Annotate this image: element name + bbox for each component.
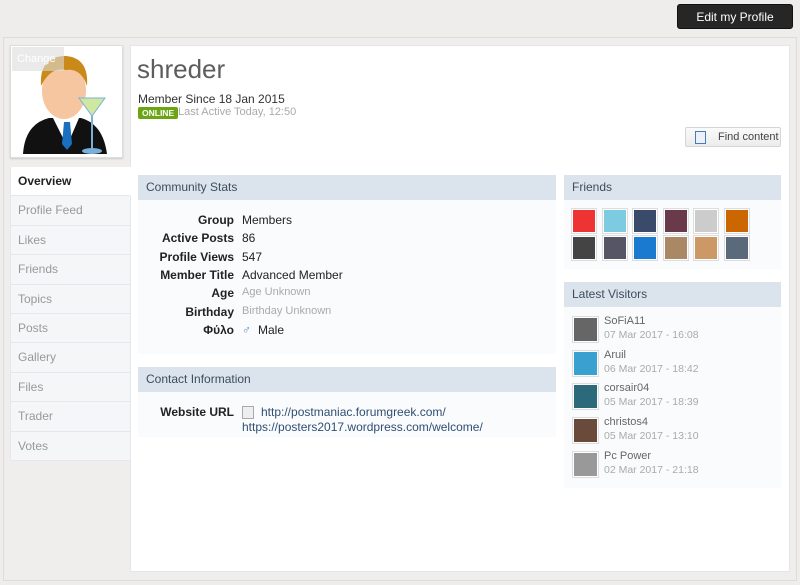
stat-label: Birthday — [185, 304, 234, 319]
stat-value: Male — [258, 322, 285, 337]
friend-avatar[interactable] — [662, 208, 689, 234]
stat-label: Profile Views — [159, 249, 234, 264]
visit-date: 02 Mar 2017 - 21:18 — [604, 463, 699, 476]
friend-avatar[interactable] — [693, 235, 719, 261]
stat-label: Active Posts — [161, 231, 234, 246]
menu-item-topics[interactable]: Topics — [10, 284, 131, 314]
stat-label: Φύλο — [203, 322, 234, 337]
menu-item-gallery[interactable]: Gallery — [10, 343, 131, 373]
status-badge: ONLINE — [138, 107, 179, 119]
edit-profile-button[interactable]: Edit my Profile — [677, 4, 793, 29]
friends-title: Friends — [564, 175, 781, 200]
menu-item-overview[interactable]: Overview — [10, 167, 131, 197]
visitor-avatar[interactable] — [572, 316, 599, 343]
website-link-1[interactable]: http://postmaniac.forumgreek.com/ — [261, 405, 446, 419]
find-content-button[interactable]: Find content — [685, 127, 781, 147]
menu-item-trader[interactable]: Trader — [10, 402, 131, 432]
last-active: Last Active Today, 12:50 — [178, 106, 297, 118]
username: shreder — [137, 54, 226, 84]
menu-item-posts[interactable]: Posts — [10, 313, 131, 344]
friend-avatar[interactable] — [723, 235, 750, 261]
stat-value: Age Unknown — [242, 286, 311, 299]
visitor-avatar[interactable] — [572, 349, 599, 377]
friend-avatar[interactable] — [601, 208, 628, 234]
visit-date: 05 Mar 2017 - 18:39 — [604, 396, 699, 409]
visitor-name[interactable]: SoFiA11 — [604, 315, 645, 327]
friend-avatar[interactable] — [601, 235, 628, 261]
visitor-avatar[interactable] — [572, 417, 599, 445]
visit-date: 07 Mar 2017 - 16:08 — [604, 329, 699, 341]
friend-avatar[interactable] — [693, 208, 719, 234]
stat-label: Member Title — [160, 267, 234, 282]
profile-menu: Overview Profile Feed Likes Friends Topics Po… — [10, 167, 131, 461]
contact-title: Contact Information — [138, 367, 556, 392]
menu-item-likes[interactable]: Likes — [10, 225, 131, 256]
stat-value: Birthday Unknown — [242, 304, 332, 317]
stat-label: Age — [211, 286, 234, 301]
community-stats-panel: Community Stats Group Members Active Posts… — [138, 175, 556, 354]
visit-date: 05 Mar 2017 - 13:10 — [604, 430, 699, 443]
document-icon — [695, 131, 706, 144]
menu-item-votes[interactable]: Votes — [10, 431, 131, 461]
stat-value: Advanced Member — [242, 267, 343, 282]
visitor-avatar[interactable] — [572, 383, 599, 411]
menu-item-profile-feed[interactable]: Profile Feed — [10, 196, 131, 226]
friend-avatar[interactable] — [723, 208, 750, 234]
stat-value: 547 — [242, 249, 263, 264]
stat-value: Members — [242, 213, 293, 227]
visitor-name[interactable]: christos4 — [604, 416, 648, 428]
change-avatar-button[interactable]: Change — [12, 47, 64, 71]
friend-avatar[interactable] — [632, 208, 658, 234]
visitor-name[interactable]: Aruil — [604, 349, 626, 361]
friend-avatar[interactable] — [632, 235, 658, 261]
visitors-panel: Latest Visitors SoFiA11 07 Mar 2017 - 16:… — [564, 282, 781, 488]
community-stats-title: Community Stats — [138, 175, 556, 200]
find-content-label: Find content — [718, 131, 779, 143]
friend-avatar[interactable] — [662, 235, 689, 261]
visit-date: 06 Mar 2017 - 18:42 — [604, 362, 699, 375]
friend-avatar[interactable] — [571, 235, 597, 261]
visitor-name[interactable]: corsair04 — [604, 382, 649, 394]
visitors-title: Latest Visitors — [564, 282, 781, 307]
friends-panel: Friends — [564, 175, 781, 269]
contact-panel: Contact Information Website URL http://p… — [138, 367, 556, 437]
website-label: Website URL — [160, 405, 234, 419]
stat-label: Group — [198, 213, 234, 227]
member-since: Member Since 18 Jan 2015 — [138, 92, 285, 106]
avatar[interactable]: Change — [10, 45, 123, 158]
menu-item-friends[interactable]: Friends — [10, 255, 131, 285]
male-icon: ♂ — [242, 322, 251, 337]
visitor-avatar[interactable] — [572, 450, 599, 478]
friend-avatar[interactable] — [571, 208, 597, 234]
menu-item-files[interactable]: Files — [10, 372, 131, 403]
visitor-name[interactable]: Pc Power — [604, 450, 651, 462]
stat-value: 86 — [242, 231, 256, 246]
website-icon — [242, 406, 254, 419]
website-link-2[interactable]: https://posters2017.wordpress.com/welcom… — [242, 420, 483, 434]
